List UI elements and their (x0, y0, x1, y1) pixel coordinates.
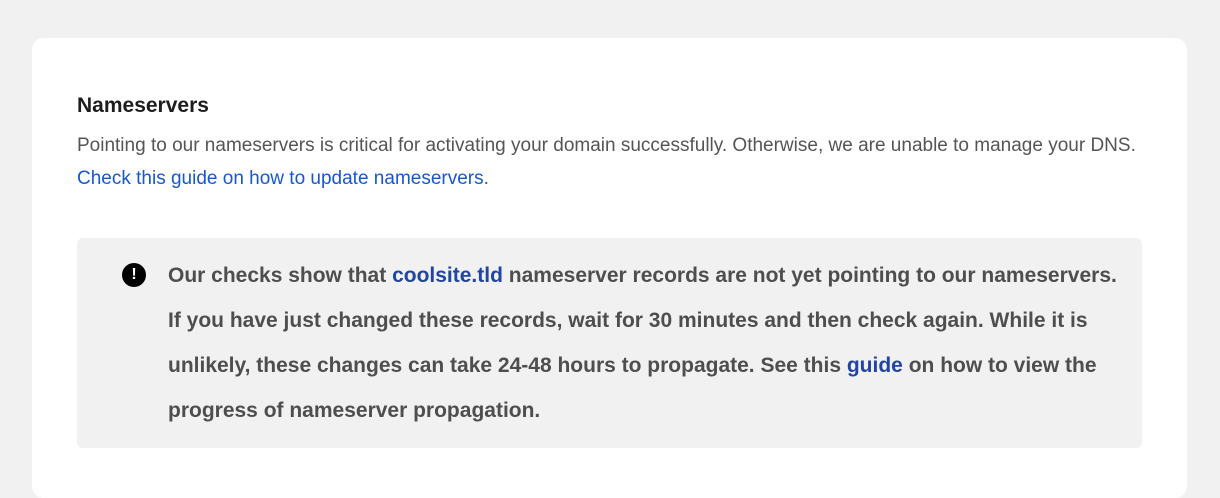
description-text: Pointing to our nameservers is critical … (77, 135, 1136, 156)
exclamation-circle-icon: ! (122, 263, 146, 287)
section-title: Nameservers (77, 94, 209, 117)
nameservers-description: Pointing to our nameservers is critical … (77, 129, 1137, 195)
nameserver-warning-notice: ! Our checks show that coolsite.tld name… (77, 238, 1142, 448)
notice-text-part1: Our checks show that (168, 264, 387, 287)
update-nameservers-guide-link[interactable]: Check this guide on how to update namese… (77, 168, 484, 189)
description-end: . (483, 168, 489, 189)
domain-link[interactable]: coolsite.tld (392, 264, 503, 287)
nameservers-card: Nameservers Pointing to our nameservers … (32, 38, 1187, 498)
notice-message: Our checks show that coolsite.tld namese… (168, 253, 1118, 433)
propagation-guide-link[interactable]: guide (847, 354, 903, 377)
